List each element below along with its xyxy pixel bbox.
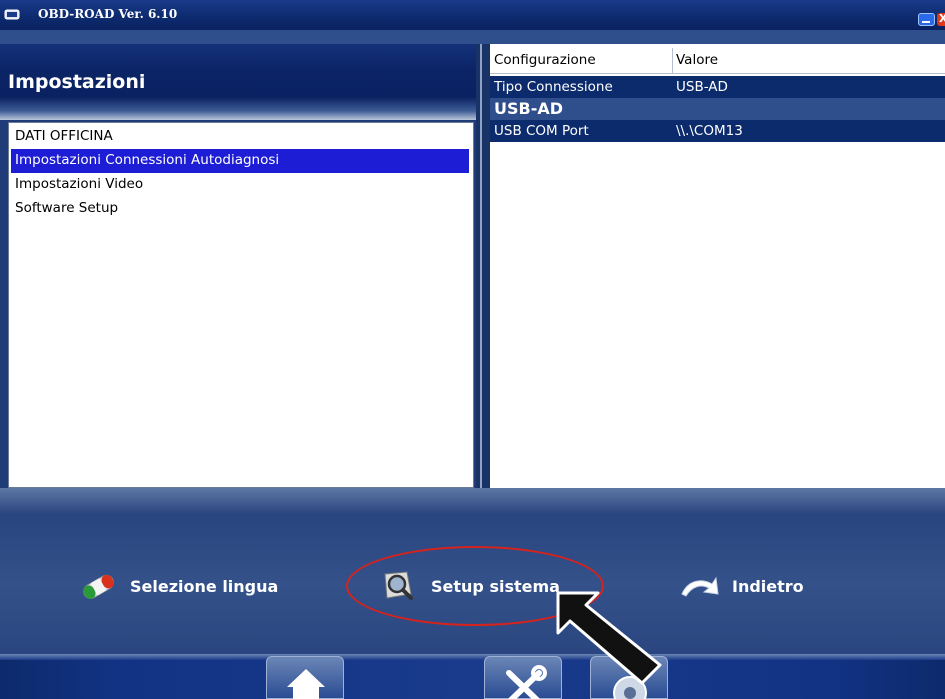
back-label: Indietro <box>732 576 804 596</box>
grid-header: Configurazione Valore <box>490 48 945 74</box>
group-header: USB-AD <box>490 98 945 120</box>
app-icon <box>4 9 20 20</box>
row-value: \\.\COM13 <box>676 123 743 139</box>
settings-item-dati-officina[interactable]: DATI OFFICINA <box>11 125 469 149</box>
table-row[interactable]: USB COM Port \\.\COM13 <box>490 120 945 142</box>
settings-item-video[interactable]: Impostazioni Video <box>11 173 469 197</box>
minimize-button[interactable] <box>918 13 935 26</box>
panel-splitter[interactable] <box>476 44 490 488</box>
back-button[interactable]: Indietro <box>678 566 804 606</box>
settings-header: Impostazioni <box>0 44 478 120</box>
home-tab[interactable] <box>266 656 344 699</box>
row-name: Tipo Connessione <box>494 79 613 95</box>
close-button[interactable]: X <box>937 13 945 26</box>
row-name: USB COM Port <box>494 123 589 139</box>
back-arrow-icon <box>681 576 719 597</box>
language-button[interactable]: Selezione lingua <box>76 566 278 606</box>
row-value: USB-AD <box>676 79 728 95</box>
title-bar: OBD-ROAD Ver. 6.10 X <box>0 0 945 30</box>
settings-item-software-setup[interactable]: Software Setup <box>11 197 469 221</box>
settings-list: DATI OFFICINA Impostazioni Connessioni A… <box>8 122 474 488</box>
settings-item-connessioni[interactable]: Impostazioni Connessioni Autodiagnosi <box>11 149 469 173</box>
pointer-arrow-icon <box>556 591 662 685</box>
home-icon <box>287 669 325 699</box>
footer-bar <box>0 654 945 699</box>
language-label: Selezione lingua <box>130 576 279 596</box>
divider-band <box>0 488 945 514</box>
column-divider <box>672 48 673 74</box>
header-strip <box>0 30 945 44</box>
table-row[interactable]: Tipo Connessione USB-AD <box>490 76 945 98</box>
column-header-config[interactable]: Configurazione <box>494 52 596 68</box>
window-title: OBD-ROAD Ver. 6.10 <box>38 7 178 21</box>
config-grid: Configurazione Valore Tipo Connessione U… <box>490 44 945 488</box>
language-flag-icon <box>83 574 114 599</box>
page-title: Impostazioni <box>8 71 146 93</box>
column-header-value[interactable]: Valore <box>676 52 718 68</box>
